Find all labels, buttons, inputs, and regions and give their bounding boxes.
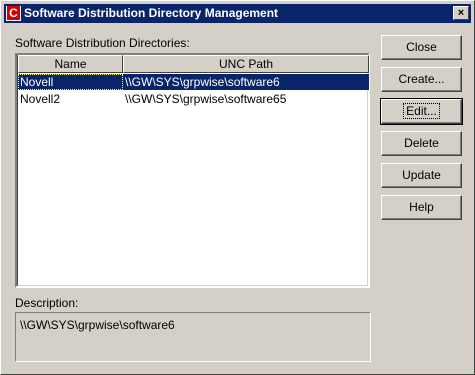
description-value: \\GW\SYS\grpwise\software6 [20, 318, 175, 332]
create-button[interactable]: Create... [381, 67, 462, 92]
title-bar[interactable]: Software Distribution Directory Manageme… [4, 4, 471, 23]
app-icon [6, 6, 21, 21]
close-button-label: Close [406, 40, 437, 54]
description-label: Description: [15, 296, 79, 310]
close-window-button[interactable]: × [453, 6, 469, 20]
directories-listview[interactable]: Name UNC Path Novell \\GW\SYS\grpwise\so… [15, 53, 370, 288]
directories-label: Software Distribution Directories: [15, 36, 190, 50]
table-row[interactable]: Novell \\GW\SYS\grpwise\software6 [18, 74, 369, 90]
delete-button-label: Delete [404, 136, 439, 150]
description-field: \\GW\SYS\grpwise\software6 [15, 312, 371, 362]
help-button[interactable]: Help [381, 195, 462, 220]
update-button[interactable]: Update [381, 163, 462, 188]
row-unc-path: \\GW\SYS\grpwise\software65 [125, 92, 287, 106]
edit-button[interactable]: Edit... [380, 98, 463, 125]
row-unc-path: \\GW\SYS\grpwise\software6 [125, 75, 280, 89]
table-row[interactable]: Novell2 \\GW\SYS\grpwise\software65 [18, 91, 369, 107]
edit-button-label: Edit... [403, 103, 440, 119]
row-name: Novell2 [20, 92, 61, 106]
create-button-label: Create... [398, 72, 445, 86]
close-button[interactable]: Close [381, 35, 462, 60]
row-name: Novell [18, 74, 123, 90]
column-header-name[interactable]: Name [18, 55, 123, 73]
dialog-window: Software Distribution Directory Manageme… [0, 0, 475, 375]
window-title: Software Distribution Directory Manageme… [24, 6, 279, 20]
column-header-unc-path[interactable]: UNC Path [123, 55, 369, 73]
delete-button[interactable]: Delete [381, 131, 462, 156]
help-button-label: Help [409, 200, 434, 214]
update-button-label: Update [402, 168, 441, 182]
